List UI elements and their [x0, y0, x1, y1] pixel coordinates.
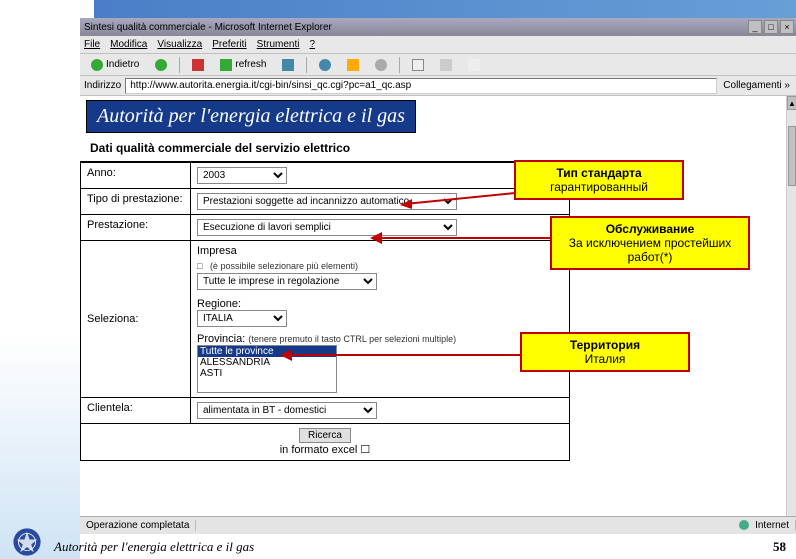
callout-1-title: Тип стандарта	[526, 166, 672, 180]
status-text: Operazione completata	[80, 520, 196, 531]
toolbar: Indietro refresh	[80, 54, 796, 76]
prestazione-select[interactable]: Esecuzione di lavori semplici	[197, 219, 457, 236]
scroll-thumb[interactable]	[788, 126, 796, 186]
impresa-note: □ (è possibile selezionare più elementi)	[197, 261, 563, 271]
callout-3-title: Территория	[532, 338, 678, 352]
window-title-bar: Sintesi qualità commerciale - Microsoft …	[80, 18, 796, 36]
menu-preferiti[interactable]: Preferiti	[212, 39, 246, 50]
home-button[interactable]	[275, 57, 301, 73]
callout-territory: Территория Италия	[520, 332, 690, 372]
impresa-select[interactable]: Tutte le imprese in regolazione	[197, 273, 377, 290]
address-input[interactable]: http://www.autorita.energia.it/cgi-bin/s…	[125, 78, 717, 94]
anno-select[interactable]: 2003	[197, 167, 287, 184]
menu-strumenti[interactable]: Strumenti	[257, 39, 300, 50]
blue-accent-bar	[94, 0, 796, 18]
callout-2-sub: За исключением простейших работ(*)	[562, 236, 738, 264]
seleziona-label: Seleziona:	[81, 241, 191, 398]
home-icon	[282, 59, 294, 71]
window-title: Sintesi qualità commerciale - Microsoft …	[84, 22, 332, 33]
menu-visualizza[interactable]: Visualizza	[157, 39, 202, 50]
slide-footer: Autorità per l'energia elettrica e il ga…	[0, 534, 796, 559]
refresh-icon	[220, 59, 232, 71]
content-area: Autorità per l'energia elettrica e il ga…	[80, 96, 786, 516]
forward-icon	[155, 59, 167, 71]
minimize-button[interactable]: _	[748, 20, 762, 34]
print-icon	[440, 59, 452, 71]
provincia-label: Provincia:	[197, 333, 245, 345]
search-button[interactable]	[312, 57, 338, 73]
slide-footer-text: Autorità per l'energia elettrica e il ga…	[54, 539, 254, 555]
emblem-icon	[10, 525, 44, 559]
provincia-note: (tenere premuto il tasto CTRL per selezi…	[248, 334, 456, 344]
address-bar: Indirizzo http://www.autorita.energia.it…	[80, 76, 796, 96]
menu-help[interactable]: ?	[309, 39, 315, 50]
status-zone: Internet	[733, 520, 796, 531]
tipo-label: Tipo di prestazione:	[81, 189, 191, 215]
menu-file[interactable]: File	[84, 39, 100, 50]
menu-modifica[interactable]: Modifica	[110, 39, 147, 50]
print-button[interactable]	[433, 57, 459, 73]
prestazione-label: Prestazione:	[81, 215, 191, 241]
refresh-button[interactable]: refresh	[213, 57, 273, 73]
clientela-label: Clientela:	[81, 398, 191, 424]
close-button[interactable]: ×	[780, 20, 794, 34]
excel-checkbox[interactable]: ☐	[360, 444, 370, 456]
mail-icon	[412, 59, 424, 71]
tipo-select[interactable]: Prestazioni soggette ad incannizzo autom…	[197, 193, 457, 210]
edit-button[interactable]	[461, 57, 487, 73]
back-icon	[91, 59, 103, 71]
callout-3-sub: Италия	[532, 352, 678, 366]
forward-button[interactable]	[148, 57, 174, 73]
globe-icon	[739, 520, 749, 530]
edit-icon	[468, 59, 480, 71]
section-header: Dati qualità commerciale del servizio el…	[80, 133, 570, 162]
vertical-scrollbar[interactable]: ▲	[786, 96, 796, 516]
callout-service: Обслуживание За исключением простейших р…	[550, 216, 750, 270]
regione-label: Regione:	[197, 298, 241, 310]
address-label: Indirizzo	[80, 80, 125, 91]
regione-select[interactable]: ITALIA	[197, 310, 287, 327]
maximize-button[interactable]: □	[764, 20, 778, 34]
star-icon	[347, 59, 359, 71]
page-title: Autorità per l'energia elettrica e il ga…	[86, 100, 416, 133]
callout-2-title: Обслуживание	[562, 222, 738, 236]
slide-page-number: 58	[773, 539, 786, 555]
favorites-button[interactable]	[340, 57, 366, 73]
provincia-option-2[interactable]: ASTI	[198, 368, 336, 379]
refresh-label: refresh	[235, 59, 266, 70]
submit-button[interactable]: Ricerca	[299, 428, 351, 443]
links-button[interactable]: Collegamenti »	[717, 80, 796, 91]
provincia-option-all[interactable]: Tutte le province	[198, 346, 336, 357]
scroll-up-arrow[interactable]: ▲	[787, 96, 796, 110]
history-button[interactable]	[368, 57, 394, 73]
mail-button[interactable]	[405, 57, 431, 73]
anno-label: Anno:	[81, 163, 191, 189]
form-table: Anno: 2003 Tipo di prestazione: Prestazi…	[80, 162, 570, 461]
menu-bar: File Modifica Visualizza Preferiti Strum…	[80, 36, 796, 54]
callout-standard-type: Тип стандарта гарантированный	[514, 160, 684, 200]
left-gradient	[0, 0, 80, 559]
callout-1-sub: гарантированный	[526, 180, 672, 194]
provincia-list[interactable]: Tutte le province ALESSANDRIA ASTI	[197, 345, 337, 393]
provincia-option-1[interactable]: ALESSANDRIA	[198, 357, 336, 368]
search-icon	[319, 59, 331, 71]
impresa-label: Impresa	[197, 245, 237, 257]
clientela-select[interactable]: alimentata in BT - domestici	[197, 402, 377, 419]
stop-button[interactable]	[185, 57, 211, 73]
stop-icon	[192, 59, 204, 71]
history-icon	[375, 59, 387, 71]
excel-label: in formato excel	[280, 444, 358, 456]
back-button[interactable]: Indietro	[84, 57, 146, 73]
back-label: Indietro	[106, 59, 139, 70]
status-bar: Operazione completata Internet	[80, 516, 796, 534]
